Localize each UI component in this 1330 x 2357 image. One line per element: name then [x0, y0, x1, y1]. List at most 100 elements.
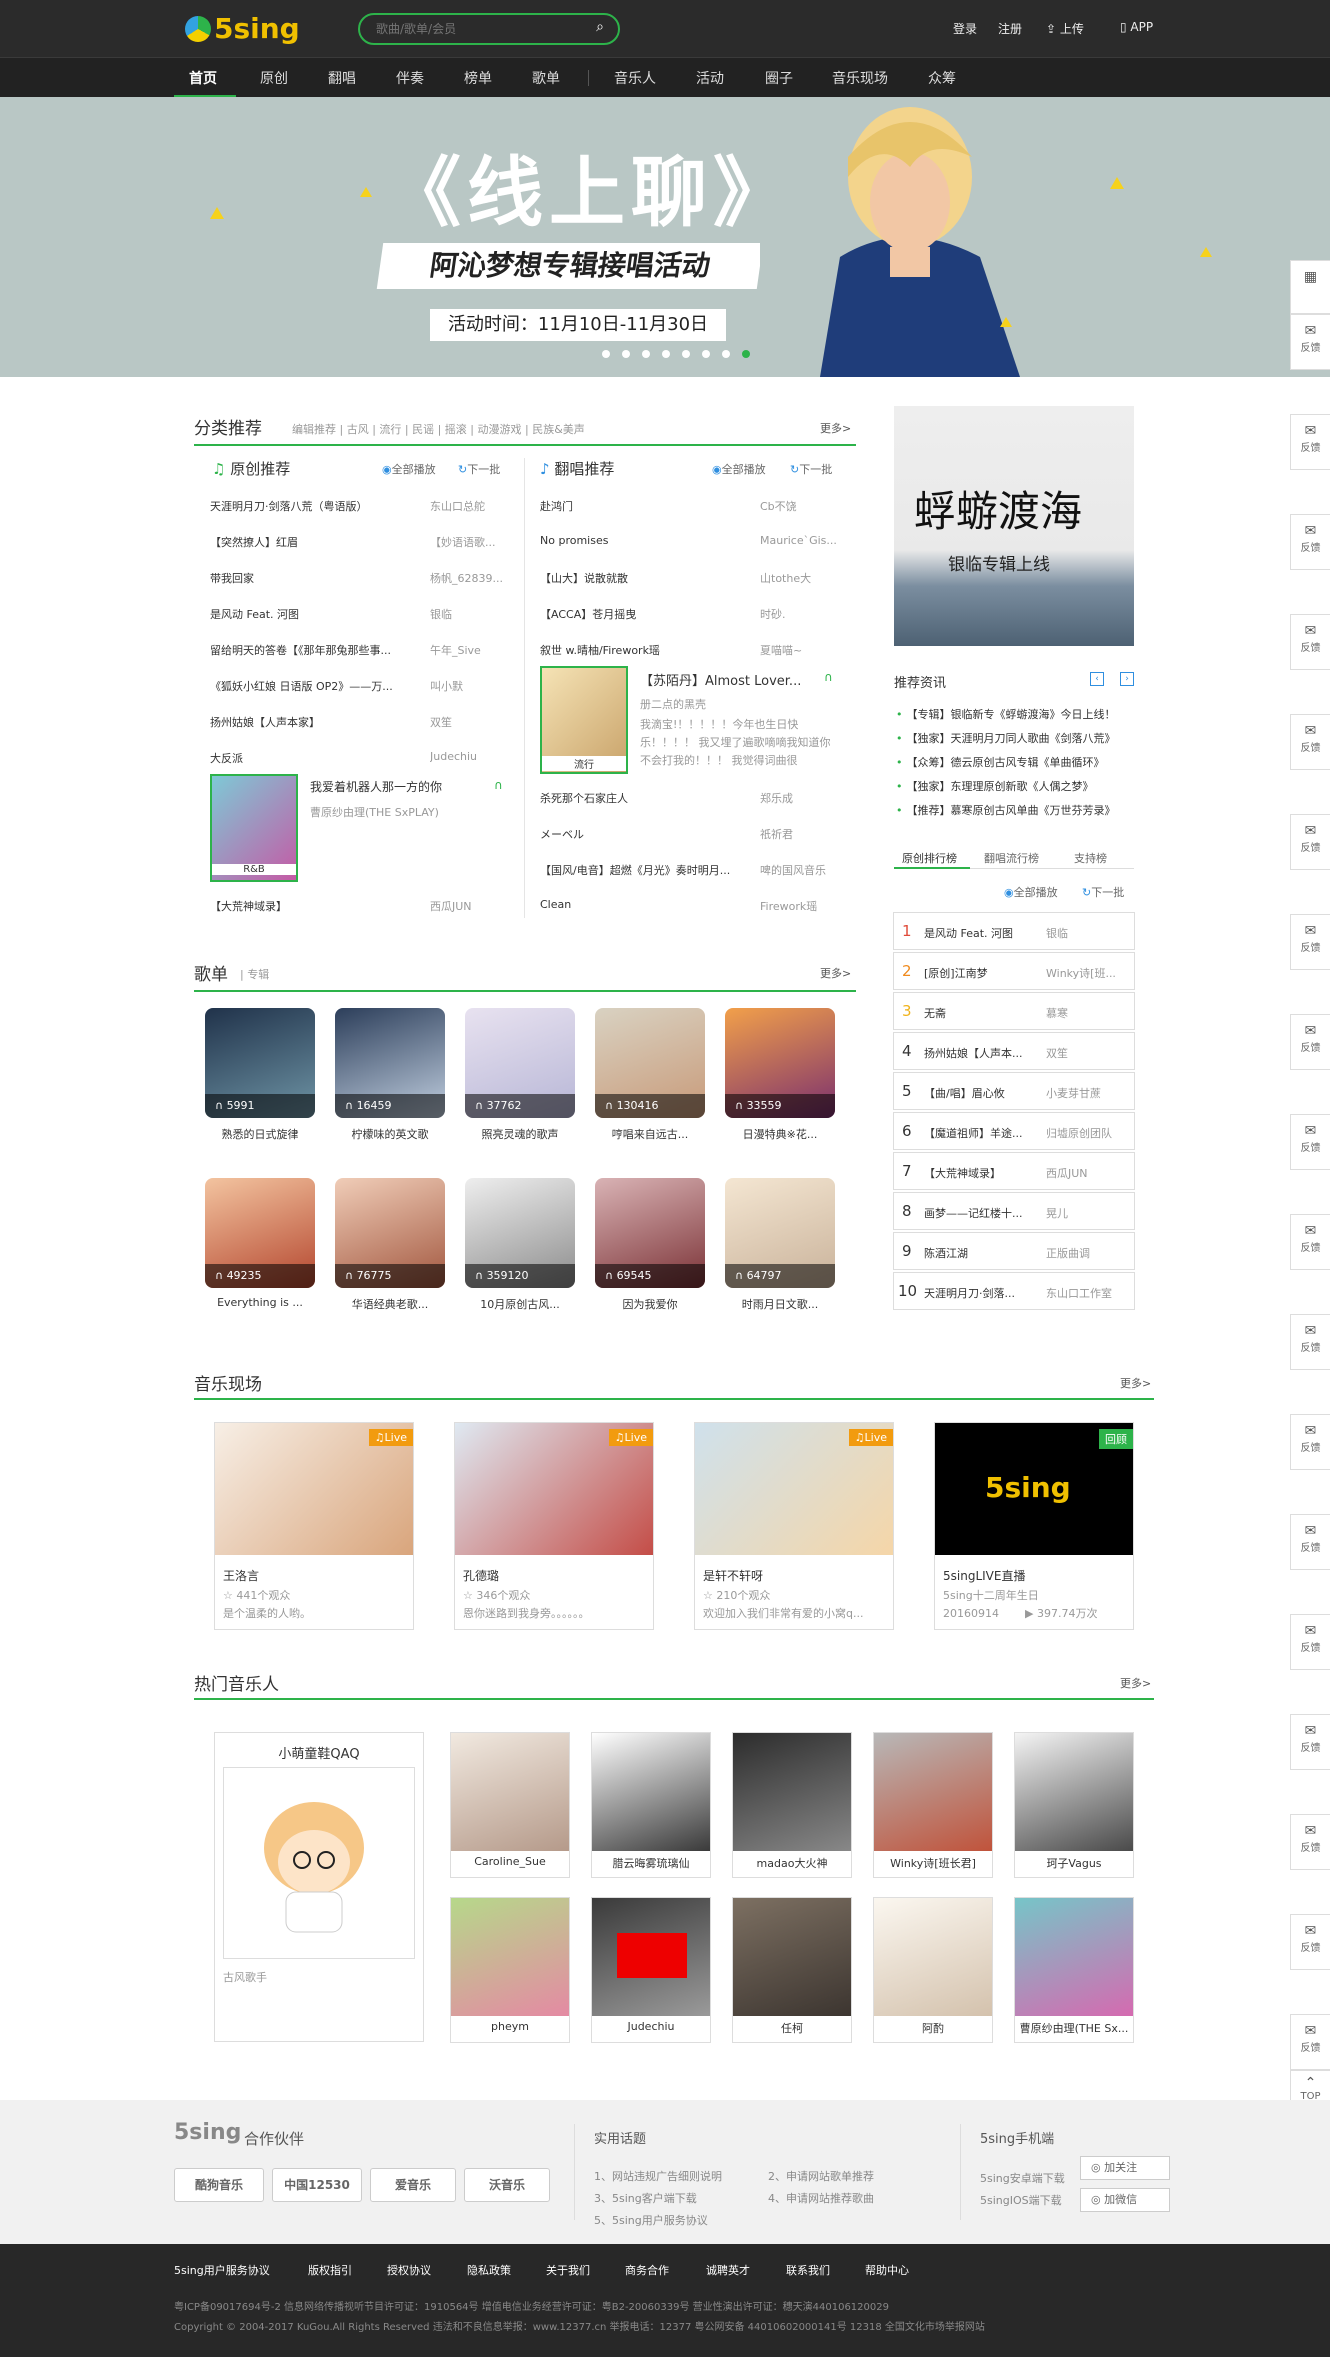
headphone-icon[interactable]: ∩: [824, 670, 833, 684]
live-card[interactable]: 5sing 回顾 5singLIVE直播 5sing十二周年生日 20160914 ▶ 3…: [934, 1422, 1134, 1630]
musician-card[interactable]: 阿酌: [873, 1897, 993, 2043]
login-link[interactable]: 登录: [953, 20, 977, 37]
song-title[interactable]: 留给明天的答卷【《那年那兔那些事...: [210, 642, 410, 658]
topic-link[interactable]: 4、申请网站推荐歌曲: [768, 2190, 874, 2206]
song-artist[interactable]: Maurice`Gis...: [760, 534, 850, 547]
tab-original-rank[interactable]: 原创排行榜: [902, 850, 957, 866]
song-title[interactable]: 叙世 w.晴柚/Firework瑶: [540, 642, 740, 658]
playlist-name[interactable]: Everything is ...: [200, 1296, 320, 1309]
live-card[interactable]: ♫Live 孔德璐 ☆ 346个观众 恩你迷路到我身旁。。。。。。: [454, 1422, 654, 1630]
song-artist[interactable]: 郑乐成: [760, 790, 850, 806]
rank-row[interactable]: 1 是风动 Feat. 河图 银临: [893, 912, 1135, 950]
playlist-cover[interactable]: ∩ 69545: [595, 1178, 705, 1288]
song-artist[interactable]: 杨帆_62839...: [430, 570, 510, 586]
feedback-button[interactable]: ✉ 反馈: [1290, 514, 1330, 570]
playlist-cover[interactable]: ∩ 76775: [335, 1178, 445, 1288]
musician-card[interactable]: 曹原纱由理(THE Sx...: [1014, 1897, 1134, 2043]
carousel-dot[interactable]: [702, 350, 710, 358]
carousel-dot[interactable]: [622, 350, 630, 358]
feedback-button[interactable]: ✉ 反馈: [1290, 1514, 1330, 1570]
musician-card[interactable]: Winky诗[班长君]: [873, 1732, 993, 1878]
song-artist[interactable]: 啤的国风音乐: [760, 862, 850, 878]
category-more-link[interactable]: 更多>: [820, 420, 851, 436]
news-item[interactable]: 【独家】天涯明月刀同人歌曲《剑落八荒》: [896, 730, 1116, 746]
feedback-button[interactable]: ✉ 反馈: [1290, 314, 1330, 370]
musician-card[interactable]: madao大火神: [732, 1732, 852, 1878]
footer-link[interactable]: 授权协议: [387, 2262, 431, 2278]
register-link[interactable]: 注册: [998, 20, 1022, 37]
song-title[interactable]: 天涯明月刀·剑落八荒（粤语版）: [210, 498, 410, 514]
headphone-icon[interactable]: ∩: [494, 778, 503, 792]
song-title[interactable]: 【大荒神域录】: [210, 898, 410, 914]
song-artist[interactable]: 东山口总舵: [430, 498, 510, 514]
featured-cover-artist[interactable]: 册二点的黑壳: [640, 696, 820, 712]
playlist-cover[interactable]: ∩ 33559: [725, 1008, 835, 1118]
carousel-dot[interactable]: [662, 350, 670, 358]
feedback-button[interactable]: ✉ 反馈: [1290, 1814, 1330, 1870]
partner-kugou[interactable]: 酷狗音乐: [174, 2168, 264, 2202]
featured-musician-card[interactable]: 小萌童鞋QAQ 古风歌手: [214, 1732, 424, 2042]
cover-next-batch[interactable]: ↻下一批: [790, 461, 832, 477]
featured-song-title[interactable]: 我爱着机器人那一方的你: [310, 778, 480, 795]
follow-weibo-button[interactable]: ◎ 加关注: [1080, 2156, 1170, 2180]
feedback-button[interactable]: ✉ 反馈: [1290, 1614, 1330, 1670]
topic-link[interactable]: 2、申请网站歌单推荐: [768, 2168, 874, 2184]
song-title[interactable]: 杀死那个石家庄人: [540, 790, 740, 806]
song-title[interactable]: 扬州姑娘【人声本家】: [210, 714, 410, 730]
feedback-button[interactable]: ✉ 反馈: [1290, 1414, 1330, 1470]
playlist-cover[interactable]: ∩ 130416: [595, 1008, 705, 1118]
song-artist[interactable]: Cb不饶: [760, 498, 850, 514]
news-item[interactable]: 【推荐】慕寒原创古风单曲《万世芬芳录》: [896, 802, 1116, 818]
footer-link[interactable]: 关于我们: [546, 2262, 590, 2278]
carousel-dot[interactable]: [722, 350, 730, 358]
upload-link[interactable]: ⇪ 上传: [1046, 20, 1084, 37]
app-link[interactable]: ▯ APP: [1120, 20, 1153, 34]
song-title[interactable]: 赴鸿门: [540, 498, 740, 514]
song-title[interactable]: 【国风/电音】超燃《月光》奏时明月...: [540, 862, 740, 878]
partner-woyinyue[interactable]: 沃音乐: [464, 2168, 550, 2202]
feedback-button[interactable]: ✉ 反馈: [1290, 1914, 1330, 1970]
tab-support-rank[interactable]: 支持榜: [1074, 850, 1107, 866]
playlist-cover[interactable]: ∩ 359120: [465, 1178, 575, 1288]
rank-next-batch[interactable]: ↻下一批: [1082, 884, 1124, 900]
musician-card[interactable]: Caroline_Sue: [450, 1732, 570, 1878]
topic-link[interactable]: 5、5sing用户服务协议: [594, 2212, 708, 2228]
song-artist[interactable]: 银临: [430, 606, 510, 622]
rank-row[interactable]: 8 画梦——记红楼十... 晃儿: [893, 1192, 1135, 1230]
rank-row[interactable]: 9 陈酒江湖 正版曲调: [893, 1232, 1135, 1270]
follow-wechat-button[interactable]: ◎ 加微信: [1080, 2188, 1170, 2212]
live-card[interactable]: ♫Live 是轩不轩呀 ☆ 210个观众 欢迎加入我们非常有爱的小窝q...: [694, 1422, 894, 1630]
musician-card[interactable]: 腊云晦雾琉璃仙: [591, 1732, 711, 1878]
playlist-name[interactable]: 柠檬味的英文歌: [330, 1126, 450, 1142]
original-play-all[interactable]: ◉全部播放: [382, 461, 436, 477]
rank-row[interactable]: 7 【大荒神域录】 西瓜JUN: [893, 1152, 1135, 1190]
song-title[interactable]: 【山大】说散就散: [540, 570, 740, 586]
featured-cover-title[interactable]: 【苏陌丹】Almost Lover...: [640, 670, 820, 689]
partner-aiyinyue[interactable]: 爱音乐: [370, 2168, 456, 2202]
rank-row[interactable]: 6 【魔道祖师】羊途... 归墟原创团队: [893, 1112, 1135, 1150]
carousel-dot[interactable]: [602, 350, 610, 358]
feedback-button[interactable]: ✉ 反馈: [1290, 1314, 1330, 1370]
album-promo-banner[interactable]: 蜉蝣渡海 银临专辑上线: [894, 406, 1134, 646]
playlist-cover[interactable]: ∩ 49235: [205, 1178, 315, 1288]
feedback-button[interactable]: ✉ 反馈: [1290, 1214, 1330, 1270]
song-title[interactable]: 带我回家: [210, 570, 410, 586]
musicians-more-link[interactable]: 更多>: [1120, 1675, 1151, 1691]
rank-row[interactable]: 4 扬州姑娘【人声本... 双笙: [893, 1032, 1135, 1070]
qr-code-button[interactable]: ▦: [1290, 260, 1330, 314]
playlist-name[interactable]: 哼唱来自远古...: [590, 1126, 710, 1142]
feedback-button[interactable]: ✉ 反馈: [1290, 1114, 1330, 1170]
news-item[interactable]: 【独家】东理理原创新歌《人偶之梦》: [896, 778, 1094, 794]
playlist-cover[interactable]: ∩ 16459: [335, 1008, 445, 1118]
topic-link[interactable]: 1、网站违规广告细则说明: [594, 2168, 722, 2184]
playlist-name[interactable]: 熟悉的日式旋律: [200, 1126, 320, 1142]
song-title[interactable]: Clean: [540, 898, 740, 911]
nav-original[interactable]: 原创: [260, 68, 288, 88]
nav-live[interactable]: 音乐现场: [832, 68, 888, 88]
musician-card[interactable]: Judechiu: [591, 1897, 711, 2043]
feedback-button[interactable]: ✉ 反馈: [1290, 914, 1330, 970]
song-artist[interactable]: 夏喵喵~: [760, 642, 850, 658]
playlist-name[interactable]: 华语经典老歌...: [330, 1296, 450, 1312]
song-title[interactable]: 是风动 Feat. 河图: [210, 606, 410, 622]
song-title[interactable]: 《狐妖小红娘 日语版 OP2》——万...: [210, 678, 410, 694]
